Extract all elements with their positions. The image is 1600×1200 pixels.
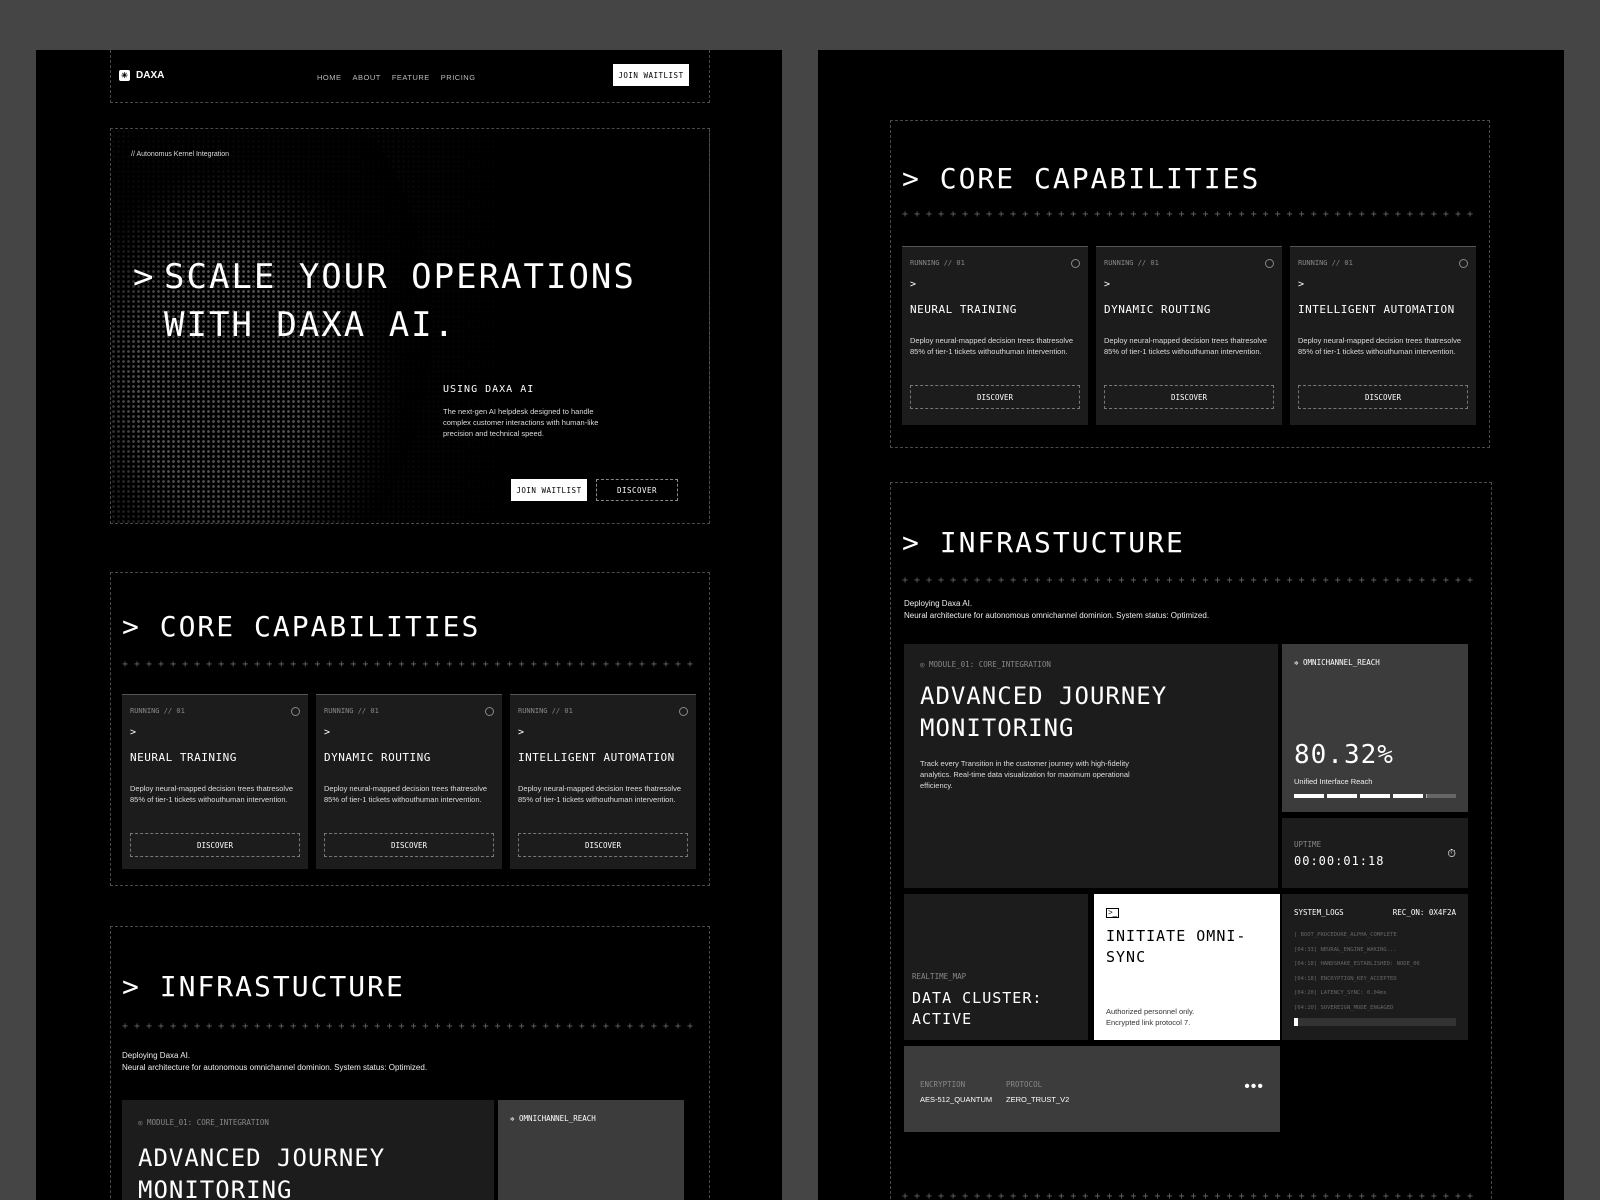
plus-divider: ++++++++++++++++++++++++++++++++++++++++…	[122, 1022, 694, 1032]
right-page-panel: > CORE CAPABILITIES ++++++++++++++++++++…	[818, 50, 1564, 1200]
network-icon: ✲	[1294, 658, 1304, 667]
discover-button[interactable]: DISCOVER	[324, 833, 494, 857]
hero-breadcrumb: // Autonomus Kernel Integration	[131, 151, 230, 158]
settings-icon	[1459, 259, 1468, 268]
hero-join-waitlist-button[interactable]: JOIN WAITLIST	[511, 479, 587, 501]
hero-description: The next-gen AI helpdesk designed to han…	[443, 407, 599, 438]
capability-card: RUNNING // 01 > INTELLIGENT AUTOMATION D…	[1290, 246, 1476, 425]
infrastructure-title: > INFRASTUCTURE	[122, 970, 405, 1003]
reach-progress-bar	[1294, 794, 1456, 798]
chevron-right-icon: >	[324, 727, 331, 738]
chevron-right-icon: >	[910, 279, 917, 290]
chevron-right-icon: >	[1298, 279, 1305, 290]
chevron-right-icon: >	[902, 526, 940, 559]
location-pin-icon: ◎	[920, 660, 930, 669]
location-pin-icon: ◎	[138, 1118, 148, 1127]
chevron-right-icon: >	[1104, 279, 1111, 290]
omni-sync-tile[interactable]: >_ INITIATE OMNI- SYNC Authorized person…	[1094, 894, 1280, 1040]
chevron-right-icon: >	[518, 727, 525, 738]
progress-segment	[1327, 794, 1357, 798]
uptime-tile: UPTIME 00:00:01:18 ⏱	[1282, 818, 1468, 888]
brand-name: DAXA	[136, 70, 165, 81]
hero-subtitle: USING DAXA AI	[443, 384, 535, 395]
reach-value: 80.32%	[1294, 740, 1394, 770]
more-options-icon[interactable]: •••	[1244, 1078, 1264, 1096]
progress-segment	[1426, 794, 1456, 798]
log-progress-bar	[1294, 1018, 1456, 1026]
nav-links: HOME ABOUT FEATURE PRICING	[317, 73, 476, 82]
discover-button[interactable]: DISCOVER	[910, 385, 1080, 409]
network-icon: ✲	[510, 1114, 520, 1123]
nav-link-home[interactable]: HOME	[317, 73, 342, 82]
data-cluster-tile: REALTIME_MAP DATA CLUSTER: ACTIVE	[904, 894, 1088, 1040]
settings-icon	[679, 707, 688, 716]
capability-card: RUNNING // 01 > INTELLIGENT AUTOMATION D…	[510, 694, 696, 869]
chevron-right-icon: >	[122, 610, 160, 643]
capability-card: RUNNING // 01 > DYNAMIC ROUTING Deploy n…	[316, 694, 502, 869]
brand-logo[interactable]: ✳ DAXA	[119, 70, 164, 81]
log-lines: [ BOOT_PROCEDURE_ALPHA_COMPLETE [04:33] N…	[1294, 932, 1420, 1011]
omnichannel-reach-tile: ✲ OMNICHANNEL_REACH	[498, 1100, 684, 1200]
chevron-right-icon: >	[902, 162, 940, 195]
plus-divider: ++++++++++++++++++++++++++++++++++++++++…	[902, 1192, 1478, 1200]
infrastructure-intro: Deploying Daxa AI. Neural architecture fo…	[904, 599, 1210, 620]
security-tile: ENCRYPTION AES-512_QUANTUM PROTOCOL ZERO…	[904, 1046, 1280, 1132]
chevron-right-icon: >	[133, 257, 156, 297]
nav-join-waitlist-button[interactable]: JOIN WAITLIST	[613, 64, 689, 86]
uptime-value: 00:00:01:18	[1294, 854, 1385, 868]
system-logs-tile: SYSTEM_LOGS REC_ON: 0X4F2A [ BOOT_PROCED…	[1282, 894, 1468, 1040]
journey-monitoring-tile: ◎ MODULE_01: CORE_INTEGRATION ADVANCED J…	[122, 1100, 494, 1200]
capabilities-title: > CORE CAPABILITIES	[122, 610, 481, 643]
capability-card: RUNNING // 01 > NEURAL TRAINING Deploy n…	[122, 694, 308, 869]
journey-monitoring-tile: ◎ MODULE_01: CORE_INTEGRATION ADVANCED J…	[904, 644, 1278, 888]
omnichannel-reach-tile: ✲ OMNICHANNEL_REACH 80.32% Unified Inter…	[1282, 644, 1468, 812]
hero-section: // Autonomus Kernel Integration > SCALE …	[110, 128, 710, 524]
progress-segment	[1393, 794, 1423, 798]
stopwatch-icon: ⏱	[1447, 848, 1456, 860]
progress-segment	[1360, 794, 1390, 798]
nav-link-feature[interactable]: FEATURE	[392, 73, 430, 82]
capability-card: RUNNING // 01 > NEURAL TRAINING Deploy n…	[902, 246, 1088, 425]
plus-divider: ++++++++++++++++++++++++++++++++++++++++…	[902, 210, 1476, 220]
discover-button[interactable]: DISCOVER	[1298, 385, 1468, 409]
progress-segment	[1294, 794, 1324, 798]
settings-icon	[485, 707, 494, 716]
infrastructure-intro: Deploying Daxa AI. Neural architecture fo…	[122, 1051, 428, 1072]
hero-title: > SCALE YOUR OPERATIONS WITH DAXA AI.	[133, 253, 636, 349]
discover-button[interactable]: DISCOVER	[1104, 385, 1274, 409]
chevron-right-icon: >	[130, 727, 137, 738]
settings-icon	[1071, 259, 1080, 268]
discover-button[interactable]: DISCOVER	[518, 833, 688, 857]
chevron-right-icon: >	[122, 970, 160, 1003]
settings-icon	[1265, 259, 1274, 268]
plus-divider: ++++++++++++++++++++++++++++++++++++++++…	[902, 576, 1478, 586]
capabilities-title: > CORE CAPABILITIES	[902, 162, 1261, 195]
infrastructure-title: > INFRASTUCTURE	[902, 526, 1185, 559]
discover-button[interactable]: DISCOVER	[130, 833, 300, 857]
settings-icon	[291, 707, 300, 716]
plus-divider: ++++++++++++++++++++++++++++++++++++++++…	[122, 660, 694, 670]
nav-link-about[interactable]: ABOUT	[353, 73, 381, 82]
hero-discover-button[interactable]: DISCOVER	[596, 479, 678, 501]
nav-link-pricing[interactable]: PRICING	[441, 73, 476, 82]
top-navbar: ✳ DAXA HOME ABOUT FEATURE PRICING JOIN W…	[110, 50, 710, 103]
capability-card: RUNNING // 01 > DYNAMIC ROUTING Deploy n…	[1096, 246, 1282, 425]
daxa-logo-icon: ✳	[119, 70, 130, 81]
left-page-panel: ✳ DAXA HOME ABOUT FEATURE PRICING JOIN W…	[36, 50, 782, 1200]
terminal-icon: >_	[1106, 908, 1120, 918]
